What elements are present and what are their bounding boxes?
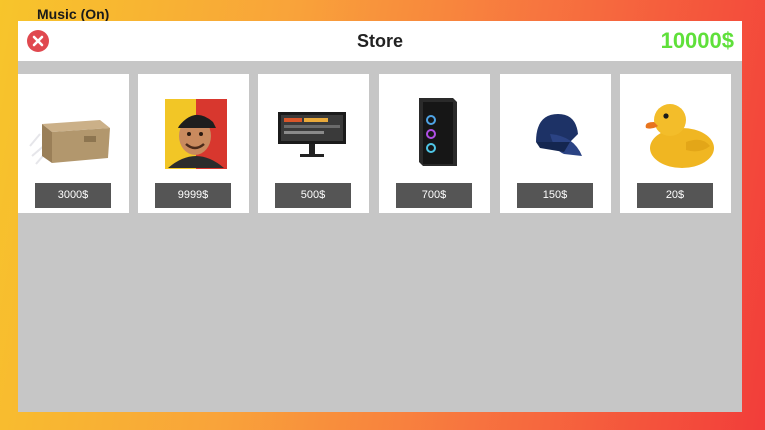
price-tag: 20$ — [637, 183, 713, 208]
store-item-duck[interactable]: 20$ — [620, 74, 731, 213]
store-item-pc-tower[interactable]: 700$ — [379, 74, 490, 213]
rubber-duck-icon — [645, 104, 714, 168]
store-item-monitor[interactable]: 500$ — [258, 74, 369, 213]
money-balance: 10000$ — [660, 28, 734, 53]
store-item-cap[interactable]: 150$ — [500, 74, 611, 213]
close-icon — [32, 35, 44, 47]
price-tag: 150$ — [517, 183, 593, 208]
store-item-portrait[interactable]: 9999$ — [138, 74, 249, 213]
store-item-box[interactable]: 3000$ — [18, 74, 129, 213]
store-header: Store 10000$ — [18, 21, 742, 61]
price-tag: 9999$ — [155, 183, 231, 208]
store-title: Store — [356, 31, 403, 51]
price-tag: 3000$ — [35, 183, 111, 208]
youtuber-portrait-icon — [165, 99, 227, 169]
monitor-icon — [278, 112, 346, 157]
cardboard-box-icon — [29, 120, 110, 165]
store-window: Store 10000$ 3000$ 9999$ 500$ 700$ 150$ … — [18, 21, 742, 412]
price-tag: 700$ — [396, 183, 472, 208]
price-tag: 500$ — [275, 183, 351, 208]
pc-tower-icon — [419, 98, 457, 166]
baseball-cap-icon — [536, 114, 582, 156]
close-button[interactable] — [27, 30, 49, 52]
music-toggle[interactable]: Music (On) — [37, 6, 109, 22]
